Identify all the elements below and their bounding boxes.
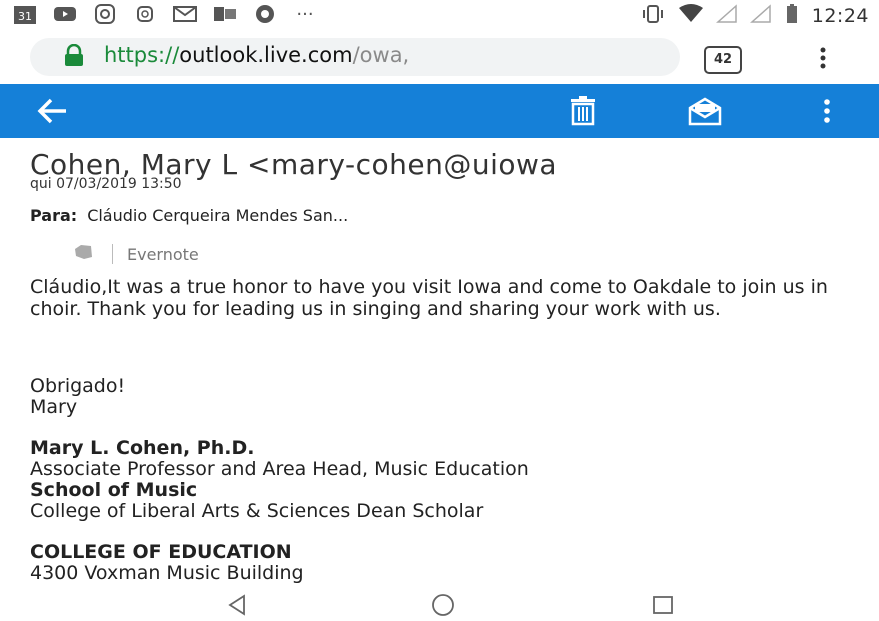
app-bar — [0, 84, 879, 138]
browser-menu-icon[interactable] — [818, 46, 828, 74]
clock: 12:24 — [811, 5, 869, 27]
status-bar: 31 ··· 12:24 — [0, 0, 879, 34]
back-nav-icon[interactable] — [226, 594, 248, 620]
signature: Obrigado! Mary Mary L. Cohen, Ph.D. Asso… — [30, 376, 860, 584]
home-nav-icon[interactable] — [430, 593, 456, 621]
closing: Obrigado! — [30, 375, 126, 397]
tab-switcher-button[interactable]: 42 — [704, 46, 742, 74]
battery-icon — [784, 3, 800, 29]
signature-name: Mary L. Cohen, Ph.D. — [30, 437, 255, 459]
recents-nav-icon[interactable] — [652, 595, 674, 619]
more-notifications-icon: ··· — [296, 3, 314, 25]
to-label: Para: — [30, 206, 78, 225]
signature-address: 4300 Voxman Music Building — [30, 562, 304, 584]
recipients[interactable]: Para: Cláudio Cerqueira Mendes San... — [30, 206, 348, 225]
instagram-icon — [92, 4, 118, 24]
signal-icon — [749, 4, 772, 28]
signal-icon — [715, 4, 738, 28]
evernote-addin[interactable]: Evernote — [72, 243, 199, 265]
signature-school: School of Music — [30, 479, 198, 501]
navigation-bar — [0, 590, 879, 621]
chrome-icon — [252, 4, 278, 24]
url-host: outlook.live.com — [179, 43, 353, 67]
evernote-label: Evernote — [127, 244, 199, 264]
greeting: Cláudio, — [30, 276, 108, 298]
signature-college-line: College of Liberal Arts & Sciences Dean … — [30, 500, 484, 522]
delete-icon[interactable] — [568, 96, 598, 130]
mark-read-icon[interactable] — [686, 96, 724, 130]
url-path: /owa, — [352, 43, 410, 67]
message-paragraph: Cláudio,It was a true honor to have you … — [30, 276, 860, 320]
calendar-icon: 31 — [12, 4, 38, 24]
outlook-icon — [212, 4, 238, 24]
url-text[interactable]: https://outlook.live.com/owa, — [104, 43, 409, 67]
more-options-icon[interactable] — [822, 96, 832, 130]
signature-title: Associate Professor and Area Head, Music… — [30, 458, 529, 480]
browser-toolbar: https://outlook.live.com/owa, 42 — [0, 34, 879, 82]
wifi-icon — [678, 4, 704, 28]
to-value: Cláudio Cerqueira Mendes San... — [87, 206, 349, 225]
gmail-icon — [172, 4, 198, 24]
vibrate-icon — [640, 4, 666, 28]
back-arrow-icon[interactable] — [36, 96, 70, 130]
signature-org: COLLEGE OF EDUCATION — [30, 541, 292, 563]
svg-text:31: 31 — [18, 10, 32, 23]
url-scheme: https:// — [104, 43, 180, 67]
evernote-icon — [72, 243, 94, 265]
email-body: Cláudio,It was a true honor to have you … — [30, 276, 860, 320]
sent-date: qui 07/03/2019 13:50 — [30, 176, 182, 192]
lock-icon — [62, 43, 86, 72]
message-text: It was a true honor to have you visit Io… — [30, 276, 828, 320]
divider — [112, 244, 113, 264]
instagram-small-icon — [132, 4, 158, 24]
closing-name: Mary — [30, 396, 78, 418]
youtube-icon — [52, 4, 78, 24]
